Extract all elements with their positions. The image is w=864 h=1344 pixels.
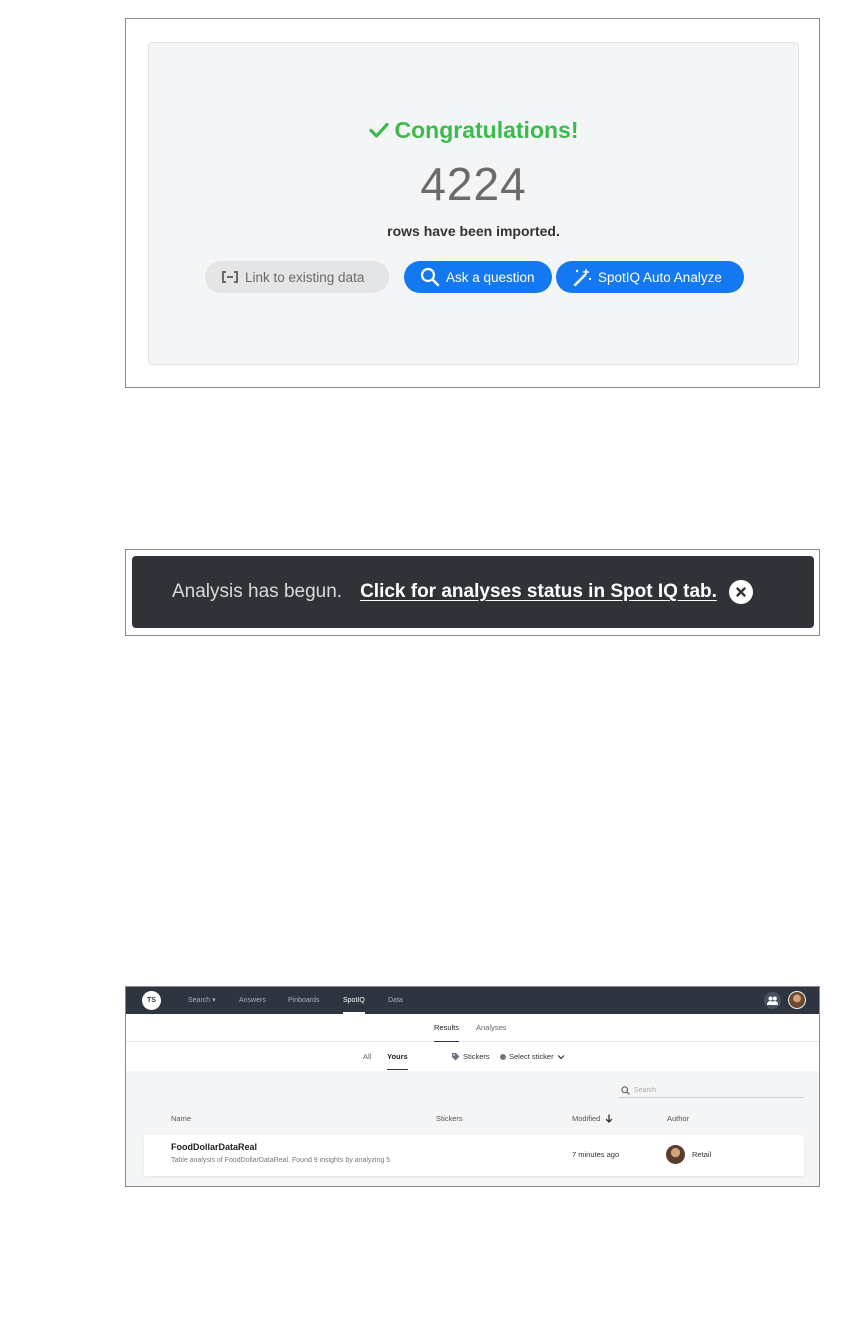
search-input[interactable] [634, 1086, 784, 1094]
chevron-down-icon [557, 1054, 565, 1059]
sort-down-icon [606, 1114, 613, 1123]
column-header-stickers[interactable]: Stickers [436, 1114, 463, 1123]
nav-pinboards[interactable]: Pinboards [288, 987, 320, 1014]
results-content: Name Stickers Modified Author FoodDollar… [126, 1071, 819, 1186]
link-existing-data-label: Link to existing data [245, 269, 365, 285]
spotiq-status-link[interactable]: Click for analyses status in Spot IQ tab… [360, 581, 717, 603]
magic-wand-icon [573, 268, 592, 287]
nav-search[interactable]: Search ▾ [188, 987, 216, 1014]
analysis-toast-screenshot: Analysis has begun. Click for analyses s… [125, 549, 820, 636]
tab-analyses[interactable]: Analyses [476, 1023, 506, 1042]
spotiq-subtabs: Results Analyses [126, 1014, 819, 1042]
tab-results[interactable]: Results [434, 1023, 460, 1042]
column-header-modified[interactable]: Modified [572, 1114, 613, 1123]
select-sticker-label: Select sticker [509, 1052, 554, 1061]
nav-spotiq[interactable]: SpotIQ [343, 987, 365, 1014]
column-header-name[interactable]: Name [171, 1114, 191, 1123]
row-modified: 7 minutes ago [572, 1150, 620, 1159]
row-name[interactable]: FoodDollarDataReal [171, 1142, 257, 1152]
search-icon [420, 267, 440, 287]
analysis-toast: Analysis has begun. Click for analyses s… [132, 556, 814, 628]
filter-bar: All Yours Stickers Select sticker [126, 1043, 819, 1071]
congrats-heading: Congratulations! [149, 117, 798, 144]
row-count: 4224 [420, 158, 527, 210]
people-icon [767, 996, 778, 1005]
filter-yours[interactable]: Yours [387, 1052, 408, 1070]
toast-message: Analysis has begun. [172, 581, 343, 602]
rows-imported-text: rows have been imported. [387, 223, 560, 239]
close-toast-button[interactable] [728, 580, 753, 604]
link-data-icon [222, 271, 238, 283]
import-success-card: Congratulations! 4224 rows have been imp… [148, 42, 799, 365]
ask-question-label: Ask a question [446, 269, 535, 285]
stickers-filter[interactable]: Stickers [451, 1052, 490, 1061]
select-sticker-dropdown[interactable]: Select sticker [500, 1052, 565, 1061]
nav-data[interactable]: Data [388, 987, 403, 1014]
close-icon [736, 587, 746, 597]
nav-answers[interactable]: Answers [239, 987, 266, 1014]
stickers-label: Stickers [463, 1052, 490, 1061]
check-icon [368, 122, 389, 138]
people-button[interactable] [764, 992, 781, 1009]
column-header-author[interactable]: Author [667, 1114, 689, 1123]
top-navbar: TS Search ▾ Answers Pinboards SpotIQ Dat… [126, 987, 819, 1014]
row-author: Retail [692, 1150, 712, 1159]
sticker-dot-icon [500, 1053, 506, 1060]
congrats-title: Congratulations! [394, 117, 579, 143]
thoughtspot-logo[interactable]: TS [142, 991, 161, 1010]
tag-icon [452, 1053, 460, 1061]
table-row[interactable]: FoodDollarDataReal Table analysis of Foo… [144, 1135, 804, 1176]
author-avatar [666, 1145, 685, 1164]
spotiq-auto-analyze-button[interactable]: SpotIQ Auto Analyze [556, 261, 744, 293]
import-success-screenshot: Congratulations! 4224 rows have been imp… [125, 18, 820, 388]
row-description: Table analysis of FoodDollarDataReal. Fo… [171, 1157, 391, 1164]
ask-question-button[interactable]: Ask a question [404, 261, 552, 293]
link-existing-data-button[interactable]: Link to existing data [205, 261, 389, 293]
search-icon [621, 1085, 630, 1095]
logo-text: TS [147, 997, 156, 1004]
spotiq-results-screenshot: TS Search ▾ Answers Pinboards SpotIQ Dat… [125, 986, 820, 1187]
search-box [619, 1083, 804, 1098]
modified-label: Modified [572, 1114, 601, 1123]
filter-all[interactable]: All [363, 1052, 371, 1070]
user-avatar[interactable] [788, 991, 806, 1009]
spotiq-auto-analyze-label: SpotIQ Auto Analyze [598, 269, 722, 285]
